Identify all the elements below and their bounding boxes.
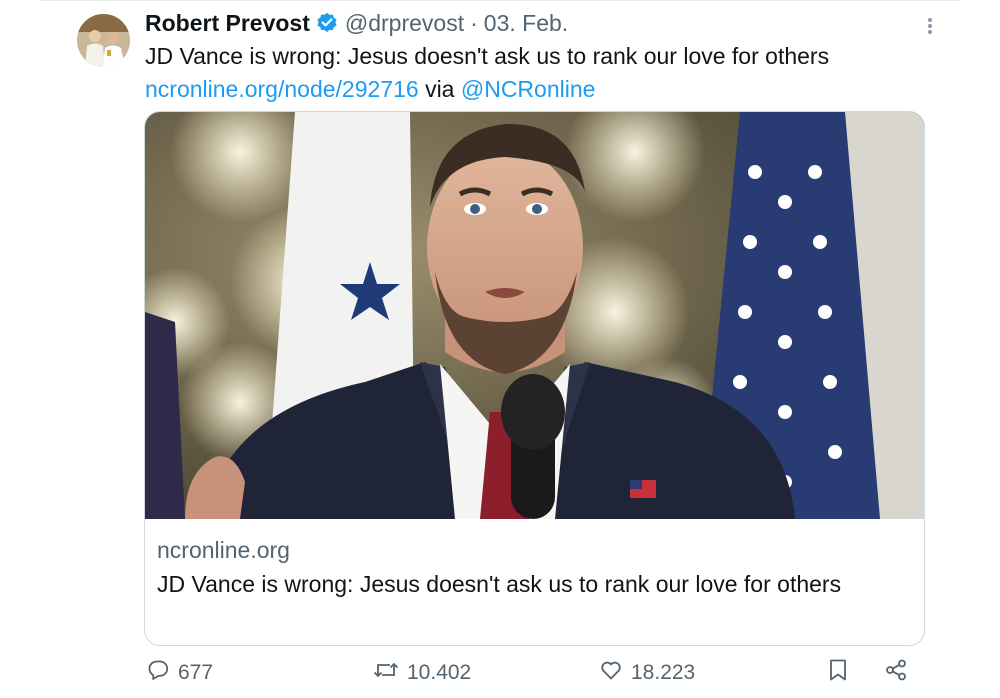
top-divider [40,0,960,1]
bookmark-icon [827,658,857,688]
tweet-header: Robert Prevost @drprevost · 03. Feb. [145,8,568,38]
reply-button[interactable]: 677 [146,655,213,691]
author-handle[interactable]: @drprevost [345,10,464,37]
repost-button[interactable]: 10.402 [373,655,471,691]
action-bar: 677 10.402 18.223 [0,655,1000,691]
verified-badge-icon [316,12,338,34]
more-vertical-icon[interactable] [920,14,940,38]
heart-icon [599,658,631,688]
tweet-text: JD Vance is wrong: Jesus doesn't ask us … [145,40,829,106]
reply-icon [146,658,178,688]
via-handle-link[interactable]: @NCRonline [461,76,596,102]
tweet-date[interactable]: 03. Feb. [484,10,568,37]
card-title: JD Vance is wrong: Jesus doesn't ask us … [157,571,842,597]
repost-count: 10.402 [407,661,472,684]
tweet-link[interactable]: ncronline.org/node/292716 [145,76,419,102]
bookmark-button[interactable] [827,655,857,691]
like-button[interactable]: 18.223 [599,655,695,691]
card-domain: ncronline.org [157,537,290,563]
tweet-text-line: JD Vance is wrong: Jesus doesn't ask us … [145,43,830,69]
via-word: via [425,76,455,102]
avatar[interactable] [77,14,130,67]
card-image[interactable] [145,112,924,519]
reply-count: 677 [178,661,214,684]
separator-dot: · [470,9,478,36]
like-count: 18.223 [631,661,696,684]
share-icon [884,658,916,688]
author-name[interactable]: Robert Prevost [145,10,310,37]
share-button[interactable] [884,655,916,691]
repost-icon [373,658,407,688]
link-preview-card[interactable]: ncronline.org JD Vance is wrong: Jesus d… [144,111,925,646]
